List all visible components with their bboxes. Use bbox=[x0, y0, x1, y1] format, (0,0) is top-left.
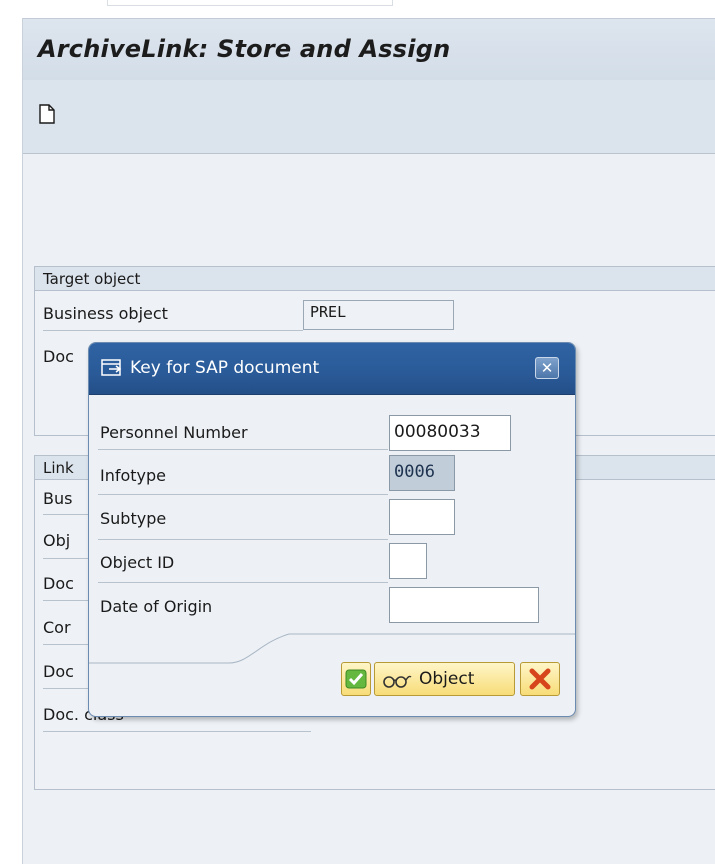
subtype-label: Subtype bbox=[100, 509, 167, 528]
close-icon[interactable]: ✕ bbox=[535, 357, 559, 379]
business-object-field[interactable]: PREL bbox=[303, 300, 454, 330]
key-dialog: Key for SAP document ✕ Personnel Number … bbox=[88, 342, 576, 717]
dialog-title: Key for SAP document bbox=[130, 358, 320, 378]
object-id-label: Object ID bbox=[100, 553, 175, 572]
title-bar: ArchiveLink: Store and Assign bbox=[23, 18, 715, 80]
cancel-button[interactable] bbox=[520, 662, 560, 696]
top-tab bbox=[107, 0, 393, 6]
link-row-4: Cor bbox=[43, 618, 71, 637]
row-divider bbox=[43, 731, 311, 732]
dialog-window-icon bbox=[101, 359, 122, 376]
row-divider bbox=[43, 330, 303, 331]
link-row-1: Bus bbox=[43, 489, 73, 508]
object-id-field[interactable] bbox=[389, 543, 427, 579]
group-header-target: Target object bbox=[35, 267, 715, 291]
page-title: ArchiveLink: Store and Assign bbox=[38, 35, 451, 63]
row-divider bbox=[98, 449, 388, 450]
object-button[interactable]: Object bbox=[374, 662, 515, 696]
row-divider bbox=[98, 582, 388, 583]
infotype-field[interactable]: 0006 bbox=[389, 455, 455, 491]
personnel-number-label: Personnel Number bbox=[100, 423, 248, 442]
object-button-label: Object bbox=[419, 669, 475, 689]
row-divider bbox=[98, 539, 388, 540]
business-object-label: Business object bbox=[43, 304, 168, 323]
dialog-title-bar[interactable]: Key for SAP document ✕ bbox=[89, 343, 575, 395]
date-of-origin-label: Date of Origin bbox=[100, 597, 213, 616]
checkmark-icon bbox=[345, 669, 367, 689]
subtype-field[interactable] bbox=[389, 499, 455, 535]
link-row-3: Doc bbox=[43, 574, 74, 593]
confirm-button[interactable] bbox=[341, 662, 371, 696]
date-of-origin-field[interactable] bbox=[389, 587, 539, 623]
top-strip bbox=[0, 0, 715, 18]
link-row-2: Obj bbox=[43, 531, 71, 550]
personnel-number-field[interactable]: 00080033 bbox=[389, 415, 511, 451]
document-label-partial: Doc bbox=[43, 347, 74, 366]
new-document-icon[interactable] bbox=[39, 104, 55, 124]
toolbar bbox=[23, 80, 715, 154]
link-row-5: Doc bbox=[43, 662, 74, 681]
cancel-icon bbox=[529, 668, 551, 690]
row-divider bbox=[98, 494, 388, 495]
infotype-label: Infotype bbox=[100, 466, 167, 485]
glasses-icon bbox=[383, 675, 412, 688]
